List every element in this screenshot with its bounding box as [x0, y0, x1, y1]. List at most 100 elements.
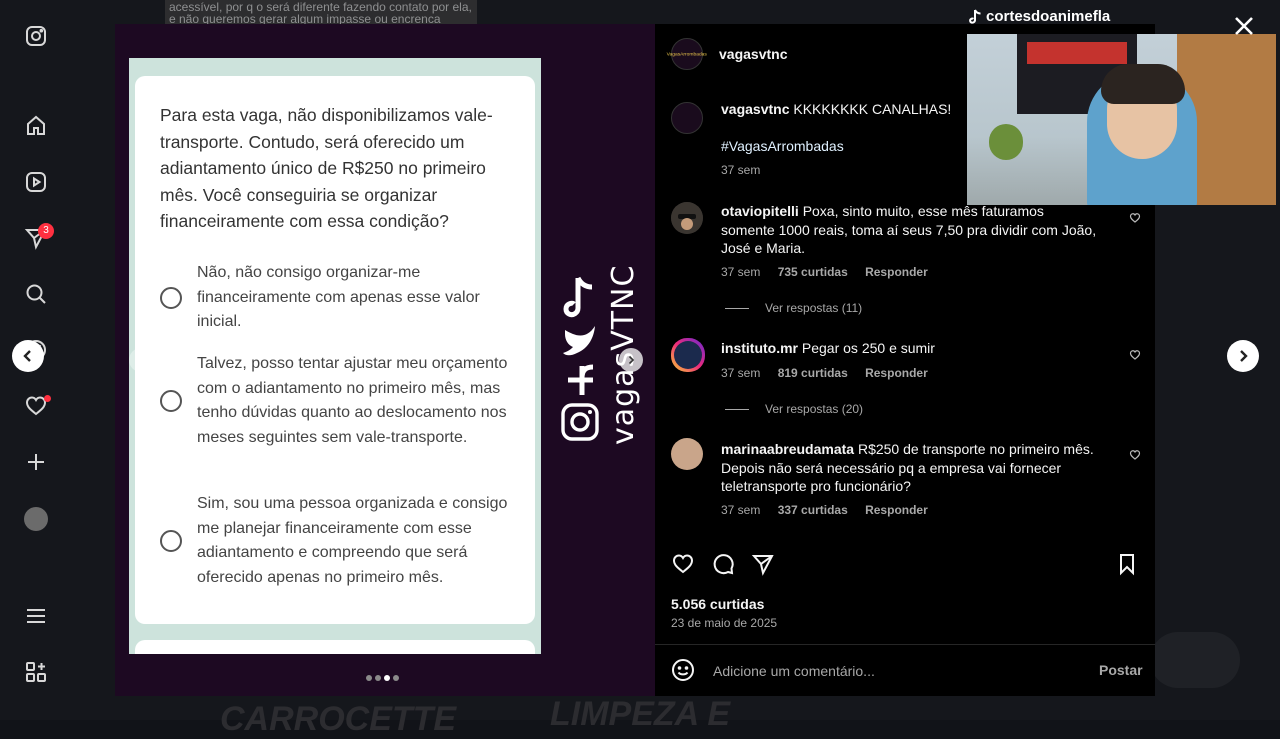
post-comment-button[interactable]: Postar: [1099, 662, 1143, 678]
comment-age: 37 sem: [721, 265, 761, 279]
comment-avatar-story-ring[interactable]: [671, 338, 705, 372]
create-icon[interactable]: [22, 448, 50, 476]
webcam-figure: [989, 124, 1023, 160]
radio-icon: [160, 286, 182, 309]
next-post-button[interactable]: [1227, 340, 1259, 372]
webcam-flag-stripe: [1027, 42, 1127, 64]
quiz-image: Para esta vaga, não disponibilizamos val…: [129, 58, 541, 654]
radio-icon: [160, 530, 182, 552]
replies-divider: [725, 307, 749, 309]
reply-button[interactable]: Responder: [865, 503, 928, 517]
tiktok-icon: [969, 9, 981, 24]
background-text-snippet: acessível, por q o será diferente fazend…: [165, 0, 477, 24]
like-comment-heart-icon[interactable]: [1129, 211, 1141, 223]
tiktok-watermark: cortesdoanimefla: [968, 8, 1110, 25]
quiz-option-2: Talvez, posso tentar ajustar meu orçamen…: [160, 352, 510, 450]
close-icon[interactable]: [1232, 14, 1258, 40]
comment-text-block: marinaabreudamata R$250 de transporte no…: [721, 440, 1101, 496]
activity-dot: [44, 395, 51, 402]
comment-text: Pegar os 250 e sumir: [801, 340, 935, 356]
author-avatar[interactable]: VagasArrombadas: [667, 38, 707, 70]
caption-text: KKKKKKKK CANALHAS!: [793, 101, 952, 117]
comment-bubble-icon[interactable]: [711, 552, 737, 578]
tiktok-icon: [563, 276, 593, 318]
comment-avatar: [674, 341, 702, 369]
author-username[interactable]: vagasvtnc: [719, 46, 787, 62]
comment-likes[interactable]: 735 curtidas: [778, 265, 848, 279]
caption-author-avatar[interactable]: [671, 102, 703, 134]
caption-username[interactable]: vagasvtnc: [721, 101, 789, 117]
carousel-dot: [366, 675, 372, 681]
reels-icon[interactable]: [22, 168, 50, 196]
comment-username[interactable]: instituto.mr: [721, 340, 798, 356]
radio-icon: [160, 390, 182, 412]
emoji-icon[interactable]: [671, 658, 695, 682]
view-replies-label: Ver respostas (11): [765, 301, 863, 315]
carousel-prev-button[interactable]: [129, 348, 153, 372]
facebook-icon: [568, 364, 594, 395]
tiktok-handle: cortesdoanimefla: [986, 8, 1111, 25]
share-icon[interactable]: [751, 552, 777, 578]
comment-age: 37 sem: [721, 366, 761, 380]
background-avatars-bubble: [1150, 632, 1240, 688]
comment-avatar[interactable]: [671, 438, 703, 470]
like-comment-heart-icon[interactable]: [1129, 448, 1141, 460]
avatar-badge-text: VagasArrombadas: [666, 51, 708, 57]
quiz-question: Para esta vaga, não disponibilizamos val…: [160, 105, 493, 231]
comment-avatar[interactable]: [671, 202, 703, 234]
notification-count-badge: 3: [38, 223, 54, 239]
comment-input[interactable]: [711, 660, 1075, 682]
post-likes-count[interactable]: 5.056 curtidas: [671, 596, 764, 612]
also-from-meta-icon[interactable]: [22, 658, 50, 686]
comment-likes[interactable]: 819 curtidas: [778, 366, 848, 380]
comment-meta: 37 sem 735 curtidas Responder: [721, 265, 928, 279]
comment-username[interactable]: marinaabreudamata: [721, 441, 854, 457]
quiz-option-text: Não, não consigo organizar-me financeira…: [197, 264, 480, 330]
carousel-indicator: [366, 675, 399, 681]
replies-divider: [725, 408, 749, 410]
home-icon[interactable]: [22, 112, 50, 140]
chevron-left-icon: [23, 350, 31, 362]
carousel-dot-active: [384, 675, 390, 681]
next-card-peek: [135, 640, 535, 654]
post-date: 23 de maio de 2025: [671, 616, 778, 630]
bookmark-icon[interactable]: [1115, 552, 1141, 578]
like-heart-icon[interactable]: [671, 552, 697, 578]
panel-divider: [655, 644, 1155, 645]
search-icon[interactable]: [22, 280, 50, 308]
view-replies-button[interactable]: Ver respostas (11): [725, 301, 862, 315]
brand-social-icons: [560, 270, 600, 445]
comment-username[interactable]: otaviopitelli: [721, 203, 799, 219]
add-comment-bar: Postar: [655, 646, 1155, 696]
chevron-left-icon: [137, 355, 144, 365]
comment-likes[interactable]: 337 curtidas: [778, 503, 848, 517]
quiz-option-1: Não, não consigo organizar-me financeira…: [160, 261, 510, 335]
like-comment-heart-icon[interactable]: [1129, 348, 1141, 360]
webcam-person-hair: [1101, 64, 1185, 104]
view-replies-button[interactable]: Ver respostas (20): [725, 402, 863, 416]
comment-meta: 37 sem 337 curtidas Responder: [721, 503, 928, 517]
twitter-icon: [563, 326, 595, 356]
quiz-card: Para esta vaga, não disponibilizamos val…: [135, 76, 535, 624]
chevron-right-icon: [1240, 350, 1248, 362]
carousel-next-button[interactable]: [619, 348, 643, 372]
previous-post-button[interactable]: [12, 340, 44, 372]
reply-button[interactable]: Responder: [865, 366, 928, 380]
background-caption: LIMPEZA E: [550, 695, 731, 733]
caption-hashtag[interactable]: #VagasArrombadas: [721, 138, 844, 154]
comment-text-block: instituto.mr Pegar os 250 e sumir: [721, 339, 1101, 358]
comment-meta: 37 sem 819 curtidas Responder: [721, 366, 928, 380]
profile-icon[interactable]: [24, 507, 48, 531]
view-replies-label: Ver respostas (20): [765, 402, 864, 416]
instagram-logo-icon[interactable]: [22, 22, 50, 50]
carousel-dot: [375, 675, 381, 681]
comment-age: 37 sem: [721, 503, 761, 517]
instagram-icon: [561, 403, 599, 441]
quiz-option-text: Sim, sou uma pessoa organizada e consigo…: [197, 495, 508, 586]
more-icon[interactable]: [22, 602, 50, 630]
reply-button[interactable]: Responder: [865, 265, 928, 279]
background-snippet-line-2: e não queremos gerar algum impasse ou en…: [169, 12, 441, 24]
chevron-right-icon: [628, 355, 635, 365]
post-actions: [671, 552, 1139, 582]
carousel-dot: [393, 675, 399, 681]
